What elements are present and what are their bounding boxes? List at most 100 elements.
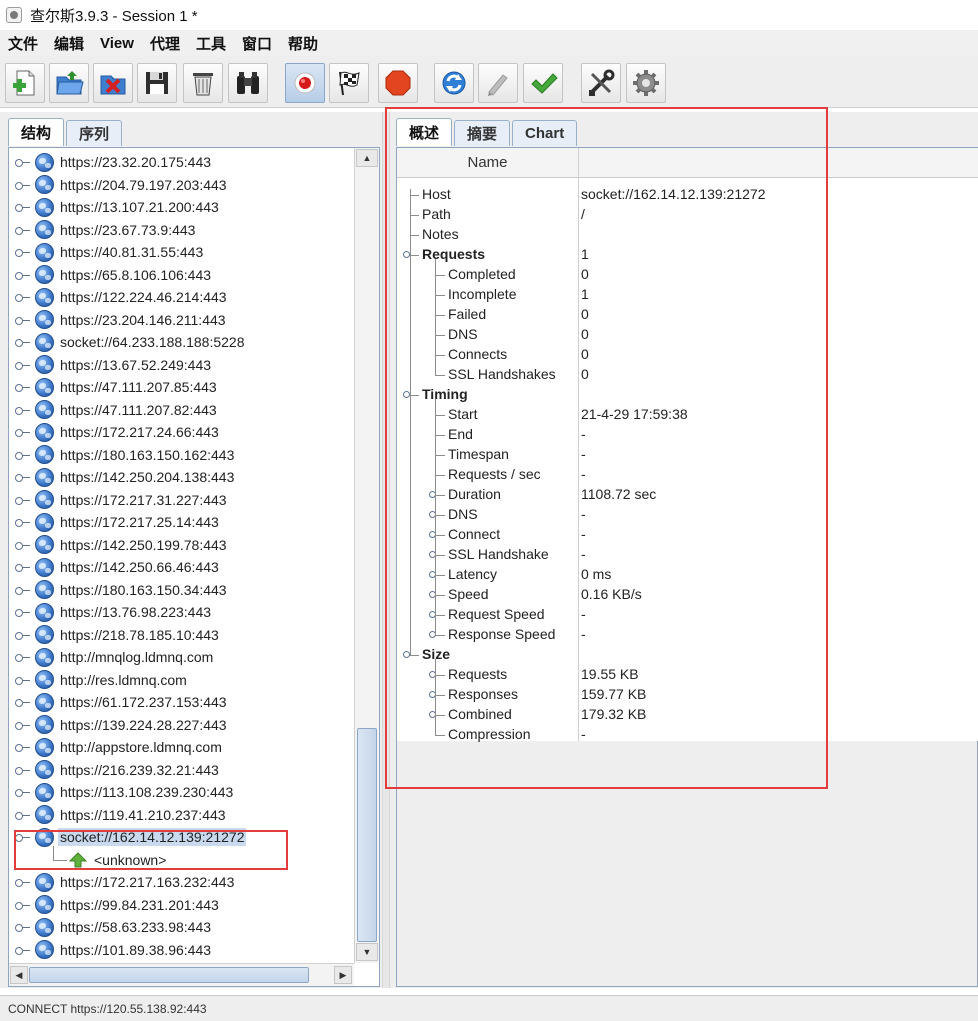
stop-button[interactable] [378,63,418,103]
overview-row[interactable]: Timing [397,385,978,405]
new-session-button[interactable] [5,63,45,103]
tab-chart[interactable]: Chart [512,120,578,146]
expand-handle-icon[interactable] [15,675,31,685]
expand-handle-icon[interactable] [15,247,31,257]
expand-handle-icon[interactable] [15,562,31,572]
overview-row[interactable]: Latency 0 ms [397,565,978,585]
overview-row[interactable]: Compression - [397,725,978,745]
scroll-up-arrow-icon[interactable]: ▲ [356,149,378,167]
expand-handle-icon[interactable] [15,900,31,910]
expand-handle-icon[interactable] [15,697,31,707]
overview-row[interactable]: Speed 0.16 KB/s [397,585,978,605]
expand-handle-icon[interactable] [15,742,31,752]
expand-handle-icon[interactable] [15,607,31,617]
expand-handle-icon[interactable] [15,292,31,302]
tree-horizontal-scroll-thumb[interactable] [29,967,309,983]
expand-handle-icon[interactable] [15,810,31,820]
expand-handle-icon[interactable] [15,157,31,167]
expand-handle-icon[interactable] [15,405,31,415]
host-tree-row[interactable]: socket://162.14.12.139:21272 [9,826,354,848]
expand-handle-icon[interactable] [15,945,31,955]
expand-handle-icon[interactable] [15,630,31,640]
overview-row[interactable]: DNS - [397,505,978,525]
host-tree-row[interactable]: https://23.32.20.175:443 [9,151,354,173]
expand-handle-icon[interactable] [15,450,31,460]
overview-row[interactable]: Completed 0 [397,265,978,285]
settings-button[interactable] [626,63,666,103]
validate-button[interactable] [523,63,563,103]
overview-row[interactable]: Timespan - [397,445,978,465]
overview-row[interactable]: DNS 0 [397,325,978,345]
expand-handle-icon[interactable] [15,765,31,775]
expand-handle-icon[interactable] [15,360,31,370]
tree-horizontal-scrollbar[interactable]: ◀ ▶ [9,963,354,986]
expand-handle-icon[interactable] [15,787,31,797]
host-tree-row[interactable]: https://40.81.31.55:443 [9,241,354,263]
scroll-down-arrow-icon[interactable]: ▼ [356,943,378,961]
expand-handle-icon[interactable] [15,540,31,550]
close-session-button[interactable] [93,63,133,103]
host-tree-row[interactable]: https://172.217.25.14:443 [9,511,354,533]
expand-handle-icon[interactable] [15,382,31,392]
host-tree-row[interactable]: http://res.ldmnq.com [9,669,354,691]
panel-splitter[interactable] [382,112,390,988]
overview-row[interactable]: Start 21-4-29 17:59:38 [397,405,978,425]
host-tree-row[interactable]: https://58.63.233.98:443 [9,916,354,938]
host-tree-row[interactable]: https://99.84.231.201:443 [9,894,354,916]
host-tree-row[interactable]: https://47.111.207.82:443 [9,399,354,421]
expand-handle-icon[interactable] [15,202,31,212]
host-tree-row[interactable]: https://139.224.28.227:443 [9,714,354,736]
expand-handle-icon[interactable] [15,180,31,190]
clear-session-button[interactable] [183,63,223,103]
menu-proxy[interactable]: 代理 [148,33,188,54]
tab-overview[interactable]: 概述 [396,118,453,146]
overview-row[interactable]: Response Speed - [397,625,978,645]
expand-handle-icon[interactable] [15,495,31,505]
overview-row[interactable]: Responses 159.77 KB [397,685,978,705]
host-tree-row[interactable]: https://23.204.146.211:443 [9,309,354,331]
expand-handle-icon[interactable] [15,922,31,932]
expand-handle-icon[interactable] [15,472,31,482]
host-tree-row[interactable]: https://122.224.46.214:443 [9,286,354,308]
host-tree-row[interactable]: https://172.217.31.227:443 [9,489,354,511]
expand-handle-icon[interactable] [15,877,31,887]
overview-row[interactable]: Connect - [397,525,978,545]
host-tree-row[interactable]: https://204.79.197.203:443 [9,174,354,196]
save-session-button[interactable] [137,63,177,103]
overview-row[interactable]: SSL Handshake - [397,545,978,565]
expand-handle-icon[interactable] [15,832,31,842]
overview-row[interactable]: Connects 0 [397,345,978,365]
expand-handle-icon[interactable] [15,652,31,662]
overview-row[interactable]: Requests 19.55 KB [397,665,978,685]
tab-summary[interactable]: 摘要 [454,120,511,146]
tab-sequence[interactable]: 序列 [66,120,123,146]
menu-file[interactable]: 文件 [6,33,46,54]
expand-toggle-icon[interactable] [403,651,410,658]
edit-button[interactable] [478,63,518,103]
tree-vertical-scrollbar[interactable]: ▲ ▼ [354,148,379,963]
column-header-name[interactable]: Name [397,148,578,178]
find-button[interactable] [228,63,268,103]
host-tree-row[interactable]: https://142.250.199.78:443 [9,534,354,556]
expand-handle-icon[interactable] [15,517,31,527]
host-tree-row[interactable]: http://appstore.ldmnq.com [9,736,354,758]
expand-handle-icon[interactable] [15,315,31,325]
host-tree-row[interactable]: https://172.217.163.232:443 [9,871,354,893]
scroll-left-arrow-icon[interactable]: ◀ [10,966,28,984]
menu-window[interactable]: 窗口 [240,33,280,54]
host-tree-row[interactable]: https://218.78.185.10:443 [9,624,354,646]
host-tree-row[interactable]: socket://64.233.188.188:5228 [9,331,354,353]
open-session-button[interactable] [49,63,89,103]
expand-handle-icon[interactable] [15,270,31,280]
host-tree-row[interactable]: http://mnqlog.ldmnq.com [9,646,354,668]
menu-view[interactable]: View [98,35,142,52]
expand-handle-icon[interactable] [15,585,31,595]
host-tree-row[interactable]: https://172.217.24.66:443 [9,421,354,443]
host-tree-row[interactable]: https://113.108.239.230:443 [9,781,354,803]
overview-row[interactable]: Notes [397,225,978,245]
scroll-right-arrow-icon[interactable]: ▶ [334,966,352,984]
overview-row[interactable]: Failed 0 [397,305,978,325]
host-tree-row[interactable]: https://61.172.237.153:443 [9,691,354,713]
host-tree-row[interactable]: https://142.250.66.46:443 [9,556,354,578]
request-tree-row[interactable]: <unknown> [9,845,354,871]
